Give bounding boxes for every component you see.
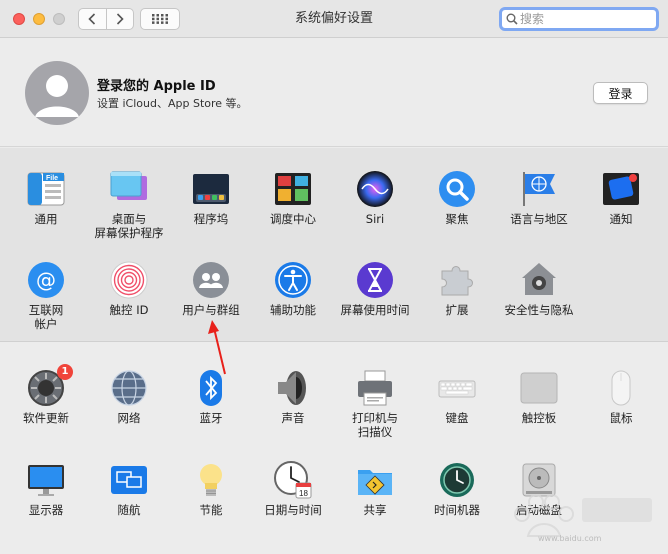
pane-users-groups[interactable]: 用户与群组 bbox=[170, 261, 252, 317]
annotation-arrow bbox=[208, 320, 226, 375]
siri-icon bbox=[356, 170, 394, 208]
avatar[interactable] bbox=[25, 61, 89, 125]
pane-language-region[interactable]: 语言与地区 bbox=[498, 170, 580, 226]
pane-energy-saver[interactable]: 节能 bbox=[170, 461, 252, 517]
user-silhouette-icon bbox=[35, 75, 79, 117]
search-field[interactable] bbox=[499, 7, 659, 31]
pane-displays[interactable]: 显示器 bbox=[5, 461, 87, 517]
search-icon bbox=[506, 13, 518, 25]
pane-notifications[interactable]: 通知 bbox=[580, 170, 662, 226]
apple-id-subtitle: 设置 iCloud、App Store 等。 bbox=[97, 97, 248, 110]
update-count-badge: 1 bbox=[57, 364, 73, 380]
notifications-icon bbox=[602, 170, 640, 208]
svg-text:18: 18 bbox=[299, 489, 308, 498]
dock-icon bbox=[192, 170, 230, 208]
software-update-icon: 1 bbox=[27, 364, 73, 407]
pane-software-update[interactable]: 1 软件更新 bbox=[5, 364, 87, 425]
login-button[interactable]: 登录 bbox=[593, 82, 648, 104]
general-icon: File bbox=[27, 170, 65, 208]
network-icon bbox=[110, 369, 148, 407]
printers-scanners-icon bbox=[356, 369, 394, 407]
personal-prefs-section: File 通用 桌面与 屏幕保护程序 程序坞 调度中心 Siri 聚焦 语言与地… bbox=[0, 148, 668, 342]
pane-screen-time[interactable]: 屏幕使用时间 bbox=[334, 261, 416, 317]
sidecar-icon bbox=[110, 461, 148, 499]
apple-id-title: 登录您的 Apple ID bbox=[97, 79, 216, 94]
language-region-icon bbox=[520, 170, 558, 208]
pane-siri[interactable]: Siri bbox=[334, 170, 416, 226]
apple-id-section: 登录您的 Apple ID 设置 iCloud、App Store 等。 登录 bbox=[0, 39, 668, 147]
spotlight-icon bbox=[438, 170, 476, 208]
sharing-icon bbox=[356, 461, 394, 499]
pane-touch-id[interactable]: 触控 ID bbox=[88, 261, 170, 317]
trackpad-icon bbox=[520, 369, 558, 407]
pane-mouse[interactable]: 鼠标 bbox=[580, 369, 662, 425]
energy-saver-icon bbox=[192, 461, 230, 499]
pane-internet-accounts[interactable]: @ 互联网 帐户 bbox=[5, 261, 87, 331]
screen-time-icon bbox=[356, 261, 394, 299]
extensions-icon bbox=[438, 261, 476, 299]
pane-mission-control[interactable]: 调度中心 bbox=[252, 170, 334, 226]
pane-dock[interactable]: 程序坞 bbox=[170, 170, 252, 226]
date-time-icon: 18 bbox=[274, 461, 312, 499]
pane-security-privacy[interactable]: 安全性与隐私 bbox=[498, 261, 580, 317]
accessibility-icon bbox=[274, 261, 312, 299]
sound-icon bbox=[274, 369, 312, 407]
pane-sound[interactable]: 声音 bbox=[252, 369, 334, 425]
time-machine-icon bbox=[438, 461, 476, 499]
watermark-text: www.baidu.com bbox=[538, 534, 602, 543]
pane-keyboard[interactable]: 键盘 bbox=[416, 369, 498, 425]
pane-time-machine[interactable]: 时间机器 bbox=[416, 461, 498, 517]
security-privacy-icon bbox=[520, 261, 558, 299]
pane-accessibility[interactable]: 辅助功能 bbox=[252, 261, 334, 317]
svg-text:@: @ bbox=[36, 268, 56, 292]
pane-spotlight[interactable]: 聚焦 bbox=[416, 170, 498, 226]
desktop-screensaver-icon bbox=[110, 170, 148, 208]
pane-date-time[interactable]: 18 日期与时间 bbox=[252, 461, 334, 517]
pane-printers-scanners[interactable]: 打印机与 扫描仪 bbox=[334, 369, 416, 439]
svg-text:File: File bbox=[46, 175, 58, 182]
pane-sharing[interactable]: 共享 bbox=[334, 461, 416, 517]
mouse-icon bbox=[602, 369, 640, 407]
keyboard-icon bbox=[438, 369, 476, 407]
pane-extensions[interactable]: 扩展 bbox=[416, 261, 498, 317]
users-groups-icon bbox=[192, 261, 230, 299]
pane-desktop-screensaver[interactable]: 桌面与 屏幕保护程序 bbox=[88, 170, 170, 240]
internet-accounts-icon: @ bbox=[27, 261, 65, 299]
search-input[interactable] bbox=[520, 12, 650, 26]
pane-sidecar[interactable]: 随航 bbox=[88, 461, 170, 517]
title-bar: 系统偏好设置 bbox=[0, 0, 668, 38]
pane-general[interactable]: File 通用 bbox=[5, 170, 87, 226]
pane-network[interactable]: 网络 bbox=[88, 369, 170, 425]
displays-icon bbox=[27, 461, 65, 499]
pane-trackpad[interactable]: 触控板 bbox=[498, 369, 580, 425]
mission-control-icon bbox=[274, 170, 312, 208]
touch-id-icon bbox=[110, 261, 148, 299]
